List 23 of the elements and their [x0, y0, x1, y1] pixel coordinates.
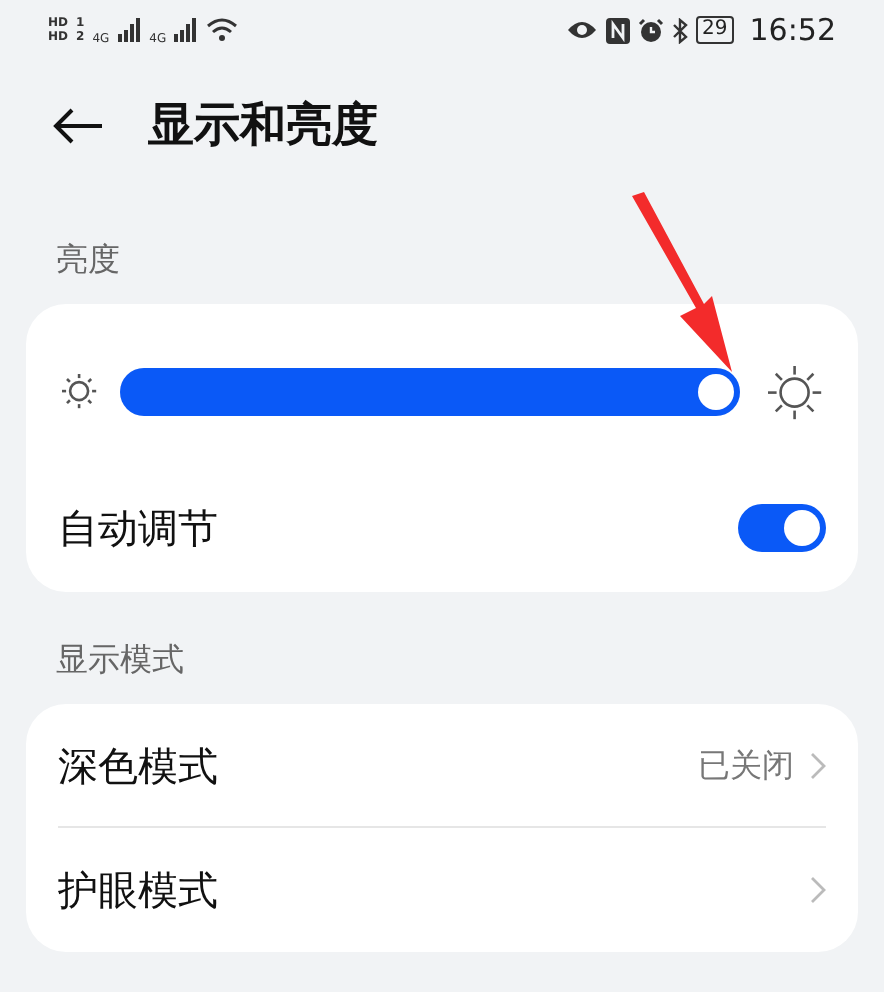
- battery-level: 29: [696, 16, 734, 44]
- setting-label: 护眼模式: [58, 864, 218, 918]
- nfc-icon: [606, 17, 631, 43]
- page-title: 显示和亮度: [148, 97, 378, 156]
- wifi-icon: [206, 18, 239, 42]
- dim-sun-icon: [58, 370, 101, 414]
- toggle-switch[interactable]: [738, 504, 826, 552]
- section-header: 亮度: [56, 240, 120, 278]
- alarm-icon: [638, 17, 665, 43]
- setting-label: 自动调节: [58, 502, 218, 556]
- chevron-icon: [810, 876, 826, 904]
- eye-icon: [566, 18, 599, 42]
- chevron-icon: [810, 751, 826, 779]
- signal-icon: [117, 18, 142, 42]
- slider-thumb[interactable]: [698, 374, 735, 410]
- back-button[interactable]: [52, 106, 104, 146]
- bright-sun-icon: [764, 361, 826, 423]
- clock-time: 16:52: [749, 9, 836, 52]
- signal-icon: [174, 18, 199, 42]
- setting-value: 已关闭: [698, 743, 794, 787]
- setting-label: 深色模式: [58, 739, 218, 793]
- bluetooth-icon: [672, 17, 689, 43]
- section-header: 显示模式: [56, 640, 184, 678]
